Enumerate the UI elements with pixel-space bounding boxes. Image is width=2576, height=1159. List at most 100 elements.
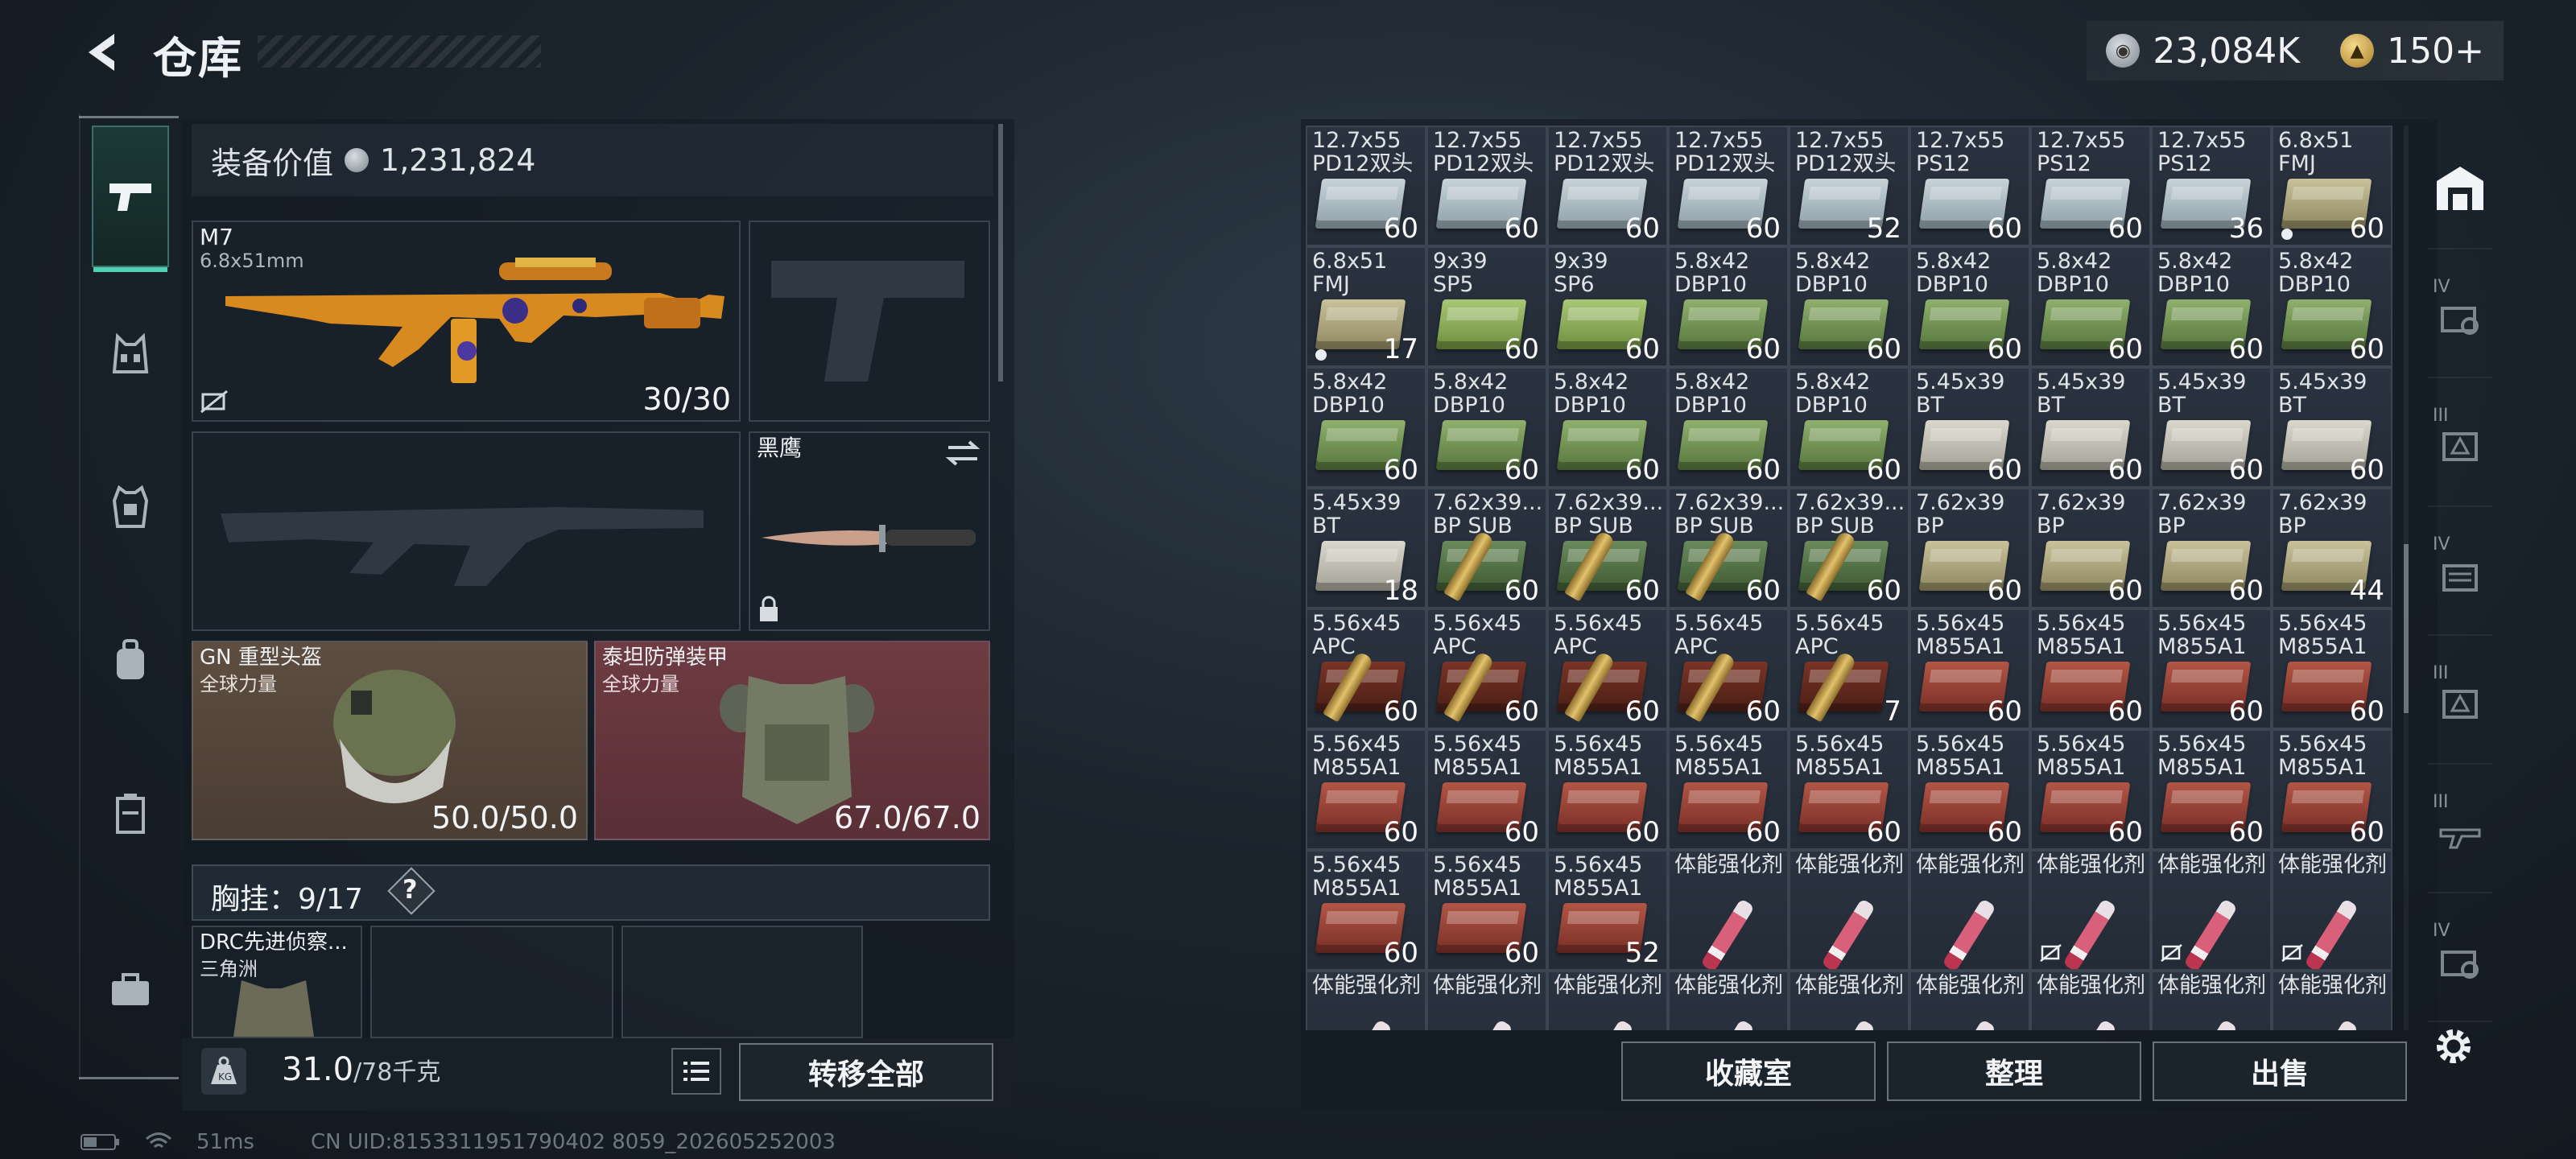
inventory-item[interactable]: 7.62x39... BP SUB 60 [1668, 488, 1789, 608]
inventory-item[interactable]: 体能强化剂 [1789, 850, 1909, 971]
inventory-item[interactable]: 体能强化剂 [2151, 971, 2272, 1030]
inventory-item[interactable]: 5.45x39 BT 60 [1909, 367, 2030, 488]
collection-room-button[interactable]: 收藏室 [1621, 1041, 1876, 1101]
tab-storage-4[interactable]: III [2428, 644, 2492, 765]
inventory-item[interactable]: 12.7x55 PD12双头 60 [1306, 126, 1426, 246]
inventory-item[interactable]: 体能强化剂 [1547, 971, 1668, 1030]
inventory-item[interactable]: 12.7x55 PD12双头 52 [1789, 126, 1909, 246]
secondary-weapon-slot[interactable] [192, 431, 741, 631]
inventory-item[interactable]: 5.56x45 APC 60 [1668, 608, 1789, 729]
inventory-item[interactable]: 体能强化剂 [2272, 971, 2392, 1030]
gold-currency-value[interactable]: 150+ [2387, 31, 2484, 72]
inventory-item[interactable]: 7.62x39 BP 60 [2030, 488, 2151, 608]
settings-button[interactable] [2429, 1022, 2478, 1070]
sell-button[interactable]: 出售 [2153, 1041, 2407, 1101]
inventory-item[interactable]: 12.7x55 PS12 60 [1909, 126, 2030, 246]
storage-scrollbar[interactable] [2404, 544, 2409, 713]
inventory-item[interactable]: 5.45x39 BT 60 [2151, 367, 2272, 488]
inventory-item[interactable]: 12.7x55 PD12双头 60 [1547, 126, 1668, 246]
inventory-item[interactable]: 5.56x45 M855A1 60 [2272, 608, 2392, 729]
inventory-item[interactable]: 5.8x42 DBP10 60 [1306, 367, 1426, 488]
inventory-item[interactable]: 9x39 SP5 60 [1426, 246, 1547, 367]
tab-storage-2[interactable]: III [2428, 386, 2492, 507]
tab-storage-6[interactable]: IV [2428, 901, 2492, 1022]
pistol-slot[interactable] [749, 221, 990, 422]
inventory-item[interactable]: 5.8x42 DBP10 60 [1668, 367, 1789, 488]
nav-container[interactable] [92, 742, 169, 884]
back-button[interactable] [74, 24, 130, 80]
inventory-item[interactable]: 5.45x39 BT 60 [2272, 367, 2392, 488]
inventory-item[interactable]: 体能强化剂 [2030, 971, 2151, 1030]
nav-weapons[interactable] [92, 126, 169, 272]
inventory-item[interactable]: 5.56x45 M855A1 60 [2151, 729, 2272, 850]
inventory-item[interactable]: 5.8x42 DBP10 60 [1789, 367, 1909, 488]
inventory-item[interactable]: 5.8x42 DBP10 60 [2030, 246, 2151, 367]
inventory-item[interactable]: 5.56x45 M855A1 60 [2030, 608, 2151, 729]
chest-rig-item-slot[interactable]: DRC先进侦察... 三角洲 [192, 926, 362, 1038]
inventory-item[interactable]: 7.62x39... BP SUB 60 [1789, 488, 1909, 608]
inventory-item[interactable]: 5.56x45 M855A1 60 [2030, 729, 2151, 850]
inventory-item[interactable]: 7.62x39... BP SUB 60 [1547, 488, 1668, 608]
inventory-item[interactable]: 5.8x42 DBP10 60 [1426, 367, 1547, 488]
nav-armor[interactable] [92, 436, 169, 578]
inventory-item[interactable]: 5.56x45 M855A1 52 [1547, 850, 1668, 971]
loadout-scrollbar[interactable] [998, 124, 1003, 382]
inventory-item[interactable]: 5.56x45 APC 60 [1306, 608, 1426, 729]
inventory-item[interactable]: 体能强化剂 [1426, 971, 1547, 1030]
inventory-item[interactable]: 12.7x55 PS12 60 [2030, 126, 2151, 246]
inventory-item[interactable]: 7.62x39... BP SUB 60 [1426, 488, 1547, 608]
inventory-item[interactable]: 5.56x45 M855A1 60 [1426, 850, 1547, 971]
inventory-item[interactable]: 体能强化剂 [2272, 850, 2392, 971]
tab-storage-5[interactable]: III [2428, 773, 2492, 893]
inventory-item[interactable]: 5.8x42 DBP10 60 [2151, 246, 2272, 367]
inventory-item[interactable]: 5.56x45 M855A1 60 [1668, 729, 1789, 850]
tab-storage-3[interactable]: IV [2428, 515, 2492, 636]
chest-rig-empty-slot-1[interactable] [370, 926, 613, 1038]
inventory-item[interactable]: 5.45x39 BT 18 [1306, 488, 1426, 608]
inventory-item[interactable]: 5.56x45 M855A1 60 [1909, 729, 2030, 850]
inventory-item[interactable]: 7.62x39 BP 60 [1909, 488, 2030, 608]
inventory-item[interactable]: 体能强化剂 [1909, 850, 2030, 971]
inventory-item[interactable]: 5.8x42 DBP10 60 [1909, 246, 2030, 367]
inventory-item[interactable]: 5.56x45 M855A1 60 [1426, 729, 1547, 850]
inventory-item[interactable]: 5.56x45 M855A1 60 [1306, 850, 1426, 971]
transfer-all-button[interactable]: 转移全部 [739, 1043, 993, 1101]
sort-button[interactable]: 整理 [1887, 1041, 2141, 1101]
inventory-item[interactable]: 6.8x51 FMJ 60 [2272, 126, 2392, 246]
inventory-item[interactable]: 5.56x45 APC 60 [1547, 608, 1668, 729]
inventory-item[interactable]: 体能强化剂 [2151, 850, 2272, 971]
inventory-item[interactable]: 体能强化剂 [1668, 850, 1789, 971]
inventory-item[interactable]: 5.56x45 M855A1 60 [2272, 729, 2392, 850]
inventory-item[interactable]: 5.56x45 M855A1 60 [1789, 729, 1909, 850]
tab-warehouse[interactable] [2428, 129, 2492, 250]
inventory-item[interactable]: 体能强化剂 [1909, 971, 2030, 1030]
inventory-item[interactable]: 5.8x42 DBP10 60 [1789, 246, 1909, 367]
inventory-item[interactable]: 12.7x55 PD12双头 60 [1426, 126, 1547, 246]
inventory-item[interactable]: 体能强化剂 [1306, 971, 1426, 1030]
inventory-item[interactable]: 5.45x39 BT 60 [2030, 367, 2151, 488]
inventory-item[interactable]: 5.56x45 APC 7 [1789, 608, 1909, 729]
inventory-item[interactable]: 5.8x42 DBP10 60 [1668, 246, 1789, 367]
primary-weapon-slot[interactable]: M7 6.8x51mm 30/30 [192, 221, 741, 422]
list-view-button[interactable] [671, 1048, 721, 1095]
inventory-item[interactable]: 12.7x55 PD12双头 60 [1668, 126, 1789, 246]
inventory-item[interactable]: 体能强化剂 [2030, 850, 2151, 971]
inventory-item[interactable]: 5.56x45 APC 60 [1426, 608, 1547, 729]
swap-icon[interactable] [945, 439, 980, 467]
inventory-item[interactable]: 5.56x45 M855A1 60 [2151, 608, 2272, 729]
inventory-item[interactable]: 5.8x42 DBP10 60 [2272, 246, 2392, 367]
inventory-item[interactable]: 5.56x45 M855A1 60 [1909, 608, 2030, 729]
tab-storage-1[interactable]: IV [2428, 258, 2492, 378]
inventory-item[interactable]: 7.62x39 BP 60 [2151, 488, 2272, 608]
nav-backpack[interactable] [92, 589, 169, 731]
inventory-item[interactable]: 体能强化剂 [1789, 971, 1909, 1030]
nav-case[interactable] [92, 919, 169, 1061]
inventory-item[interactable]: 7.62x39 BP 44 [2272, 488, 2392, 608]
inventory-item[interactable]: 5.56x45 M855A1 60 [1547, 729, 1668, 850]
inventory-item[interactable]: 12.7x55 PS12 36 [2151, 126, 2272, 246]
inventory-item[interactable]: 6.8x51 FMJ 17 [1306, 246, 1426, 367]
helmet-slot[interactable]: GN 重型头盔 全球力量 50.0/50.0 [192, 641, 588, 840]
inventory-item[interactable]: 5.56x45 M855A1 60 [1306, 729, 1426, 850]
armor-slot[interactable]: 泰坦防弹装甲 全球力量 67.0/67.0 [594, 641, 990, 840]
inventory-item[interactable]: 9x39 SP6 60 [1547, 246, 1668, 367]
